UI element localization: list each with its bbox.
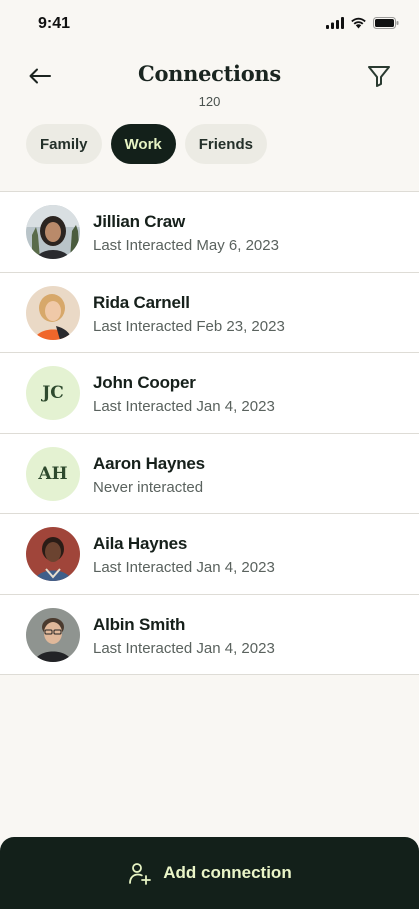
last-interacted: Last Interacted Jan 4, 2023 xyxy=(93,398,275,415)
tab-friends[interactable]: Friends xyxy=(184,124,267,164)
connection-name: Rida Carnell xyxy=(93,292,190,312)
tab-family[interactable]: Family xyxy=(26,124,102,164)
last-interacted: Last Interacted May 6, 2023 xyxy=(93,237,279,254)
connection-name: Jillian Craw xyxy=(93,212,186,231)
tab-label: Friends xyxy=(198,135,253,153)
connection-name: Aila Haynes xyxy=(93,534,188,553)
filter-tabs: Family Work Friends xyxy=(26,124,267,164)
header: Connections 120 xyxy=(0,56,419,116)
avatar xyxy=(26,607,80,662)
avatar-initials: JC xyxy=(26,366,80,420)
avatar xyxy=(26,285,80,340)
connections-list: Jillian Craw Last Interacted May 6, 2023… xyxy=(0,191,419,675)
list-item[interactable]: JC John Cooper Last Interacted Jan 4, 20… xyxy=(0,353,419,434)
user-plus-icon xyxy=(129,863,152,885)
add-connection-button[interactable]: Add connection xyxy=(0,837,419,909)
filter-icon xyxy=(368,66,390,87)
status-time: 9:41 xyxy=(38,15,71,32)
filter-button[interactable] xyxy=(365,62,393,90)
tab-work[interactable]: Work xyxy=(110,124,176,164)
signal-icon xyxy=(326,17,344,29)
avatar-initials: AH xyxy=(26,446,80,501)
tab-label: Work xyxy=(124,135,162,153)
list-item[interactable]: Albin Smith Last Interacted Jan 4, 2023 xyxy=(0,594,419,675)
last-interacted: Last Interacted Feb 23, 2023 xyxy=(93,317,285,335)
connection-name: Aaron Haynes xyxy=(93,453,205,473)
page-title: Connections xyxy=(138,61,281,86)
tab-label: Family xyxy=(40,135,88,153)
list-item[interactable]: Rida Carnell Last Interacted Feb 23, 202… xyxy=(0,272,419,353)
avatar xyxy=(26,527,80,581)
status-icons xyxy=(326,17,399,29)
last-interacted: Last Interacted Jan 4, 2023 xyxy=(93,639,275,657)
list-item[interactable]: AH Aaron Haynes Never interacted xyxy=(0,433,419,514)
connection-name: John Cooper xyxy=(93,373,196,392)
list-item[interactable]: Jillian Craw Last Interacted May 6, 2023 xyxy=(0,192,419,273)
list-item[interactable]: Aila Haynes Last Interacted Jan 4, 2023 xyxy=(0,514,419,595)
wifi-icon xyxy=(351,17,366,29)
add-connection-label: Add connection xyxy=(163,863,292,882)
last-interacted: Last Interacted Jan 4, 2023 xyxy=(93,559,275,576)
avatar xyxy=(26,205,80,259)
status-bar: 9:41 xyxy=(0,0,419,50)
connection-name: Albin Smith xyxy=(93,614,186,634)
last-interacted: Never interacted xyxy=(93,478,204,496)
battery-icon xyxy=(373,17,399,29)
connection-count: 120 xyxy=(198,94,221,109)
